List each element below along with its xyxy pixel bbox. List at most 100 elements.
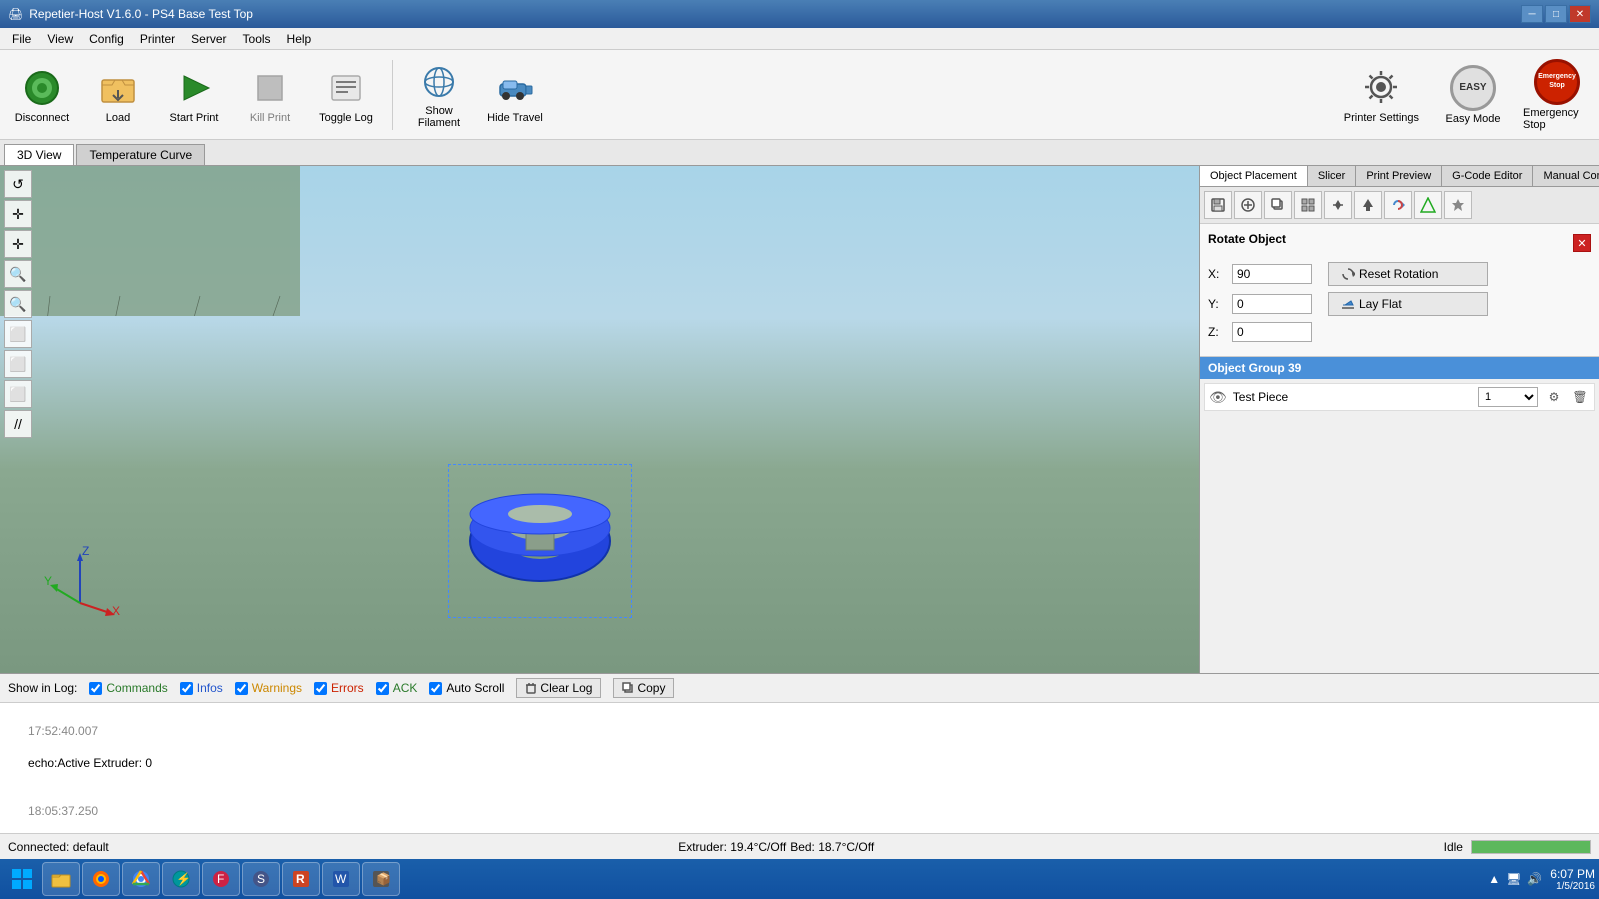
- commands-checkbox[interactable]: [89, 682, 102, 695]
- move-view-btn[interactable]: ✛: [4, 200, 32, 228]
- svg-text:X: X: [112, 604, 120, 618]
- log-timestamp-1: 18:05:37.250: [28, 804, 98, 818]
- rotate-object-panel: Rotate Object ✕ X: Reset Rotation: [1200, 224, 1599, 357]
- copy-icon-btn[interactable]: [1264, 191, 1292, 219]
- object-group-bar: Object Group 39: [1200, 357, 1599, 379]
- menu-printer[interactable]: Printer: [132, 28, 183, 49]
- object-settings-btn[interactable]: ⚙: [1544, 387, 1564, 407]
- taskbar-chrome[interactable]: [122, 862, 160, 896]
- minimize-btn[interactable]: ─: [1521, 5, 1543, 23]
- menu-view[interactable]: View: [39, 28, 81, 49]
- taskbar-app9[interactable]: 📦: [362, 862, 400, 896]
- grid-icon-btn[interactable]: [1294, 191, 1322, 219]
- errors-checkbox[interactable]: [314, 682, 327, 695]
- title-bar: 🖨 Repetier-Host V1.6.0 - PS4 Base Test T…: [0, 0, 1599, 28]
- up-icon-btn[interactable]: [1354, 191, 1382, 219]
- svg-text:📦: 📦: [376, 872, 391, 886]
- tab-object-placement[interactable]: Object Placement: [1200, 166, 1308, 186]
- rotate-x-input[interactable]: [1232, 264, 1312, 284]
- load-icon: [96, 66, 140, 110]
- tab-3d-view[interactable]: 3D View: [4, 144, 74, 165]
- menu-tools[interactable]: Tools: [235, 28, 279, 49]
- hide-travel-label: Hide Travel: [487, 112, 543, 124]
- hide-travel-button[interactable]: Hide Travel: [481, 56, 549, 134]
- object-quantity-select[interactable]: 1 2 3: [1478, 387, 1538, 407]
- reset-rotation-button[interactable]: Reset Rotation: [1328, 262, 1488, 286]
- rotate-panel-close-btn[interactable]: ✕: [1573, 234, 1591, 252]
- taskbar-firefox[interactable]: [82, 862, 120, 896]
- ack-checkbox[interactable]: [376, 682, 389, 695]
- kill-print-button[interactable]: Kill Print: [236, 56, 304, 134]
- log-filter-ack: ACK: [376, 681, 418, 695]
- emergency-stop-button[interactable]: EmergencyStop Emergency Stop: [1523, 56, 1591, 134]
- rotate3d-icon-btn[interactable]: [1384, 191, 1412, 219]
- printer-settings-icon: [1359, 65, 1403, 112]
- rotate-y-input[interactable]: [1232, 294, 1312, 314]
- add-icon-btn[interactable]: [1234, 191, 1262, 219]
- load-button[interactable]: Load: [84, 56, 152, 134]
- arrange-icon-btn[interactable]: [1324, 191, 1352, 219]
- menu-server[interactable]: Server: [183, 28, 234, 49]
- zoom-out-btn[interactable]: 🔍: [4, 290, 32, 318]
- maximize-btn[interactable]: □: [1545, 5, 1567, 23]
- status-left: Connected: default: [8, 840, 109, 854]
- warnings-checkbox[interactable]: [235, 682, 248, 695]
- menu-config[interactable]: Config: [81, 28, 132, 49]
- rotate-z-row: Z:: [1208, 322, 1591, 342]
- tab-gcode-editor[interactable]: G-Code Editor: [1442, 166, 1533, 186]
- tab-slicer[interactable]: Slicer: [1308, 166, 1357, 186]
- toggle-log-button[interactable]: Toggle Log: [312, 56, 380, 134]
- extruder-temp: Extruder: 19.4°C/Off: [678, 840, 786, 854]
- diagonal-lines-btn[interactable]: //: [4, 410, 32, 438]
- taskbar-repetier[interactable]: R: [282, 862, 320, 896]
- rotate-x-label: X:: [1208, 267, 1232, 281]
- printer-settings-button[interactable]: Printer Settings: [1340, 61, 1423, 128]
- lay-flat-button[interactable]: Lay Flat: [1328, 292, 1488, 316]
- system-clock[interactable]: 6:07 PM 1/5/2016: [1550, 867, 1595, 892]
- tab-manual-control[interactable]: Manual Control: [1533, 166, 1599, 186]
- log-content[interactable]: 17:52:40.007 echo:Active Extruder: 0 18:…: [0, 703, 1599, 833]
- show-filament-button[interactable]: Show Filament: [405, 56, 473, 134]
- copy-log-button[interactable]: Copy: [613, 678, 674, 698]
- copy-log-icon: [622, 682, 634, 694]
- taskbar-app6[interactable]: S: [242, 862, 280, 896]
- zoom-in-btn[interactable]: 🔍: [4, 260, 32, 288]
- infos-checkbox[interactable]: [180, 682, 193, 695]
- emergency-stop-label: Emergency Stop: [1523, 107, 1591, 131]
- top-view-btn[interactable]: ⬜: [4, 320, 32, 348]
- disconnect-button[interactable]: Disconnect: [8, 56, 76, 134]
- taskbar-app5[interactable]: F: [202, 862, 240, 896]
- taskbar-app8[interactable]: W: [322, 862, 360, 896]
- tray-arrow[interactable]: ▲: [1488, 872, 1500, 886]
- log-filter-autoscroll: Auto Scroll: [429, 681, 504, 695]
- autoscroll-checkbox[interactable]: [429, 682, 442, 695]
- lay-flat-label: Lay Flat: [1359, 297, 1402, 311]
- start-print-button[interactable]: Start Print: [160, 56, 228, 134]
- tab-temperature-curve[interactable]: Temperature Curve: [76, 144, 205, 165]
- star-icon-btn[interactable]: [1444, 191, 1472, 219]
- save-icon-btn[interactable]: [1204, 191, 1232, 219]
- 3d-object-torus: [460, 476, 620, 606]
- clear-log-button[interactable]: Clear Log: [516, 678, 601, 698]
- easy-mode-button[interactable]: EASY Easy Mode: [1439, 56, 1507, 134]
- 3d-viewport[interactable]: ↺ ✛ ✛ 🔍 🔍 ⬜ ⬜ ⬜ //: [0, 166, 1199, 673]
- svg-text:W: W: [335, 872, 347, 886]
- object-delete-btn[interactable]: 🗑: [1570, 387, 1590, 407]
- show-filament-label: Show Filament: [410, 105, 468, 129]
- start-button[interactable]: [4, 862, 40, 896]
- move-xy-btn[interactable]: ✛: [4, 230, 32, 258]
- menu-file[interactable]: File: [4, 28, 39, 49]
- scale-icon-btn[interactable]: [1414, 191, 1442, 219]
- front-view-btn[interactable]: ⬜: [4, 350, 32, 378]
- close-btn[interactable]: ✕: [1569, 5, 1591, 23]
- menu-help[interactable]: Help: [279, 28, 320, 49]
- taskbar-left: ⚡ F S R W: [4, 862, 400, 896]
- side-view-btn[interactable]: ⬜: [4, 380, 32, 408]
- visibility-toggle[interactable]: 👁: [1209, 389, 1227, 406]
- rotate-z-input[interactable]: [1232, 322, 1312, 342]
- tab-print-preview[interactable]: Print Preview: [1356, 166, 1442, 186]
- rotate-view-btn[interactable]: ↺: [4, 170, 32, 198]
- log-filter-commands: Commands: [89, 681, 167, 695]
- taskbar-arduino[interactable]: ⚡: [162, 862, 200, 896]
- taskbar-file-explorer[interactable]: [42, 862, 80, 896]
